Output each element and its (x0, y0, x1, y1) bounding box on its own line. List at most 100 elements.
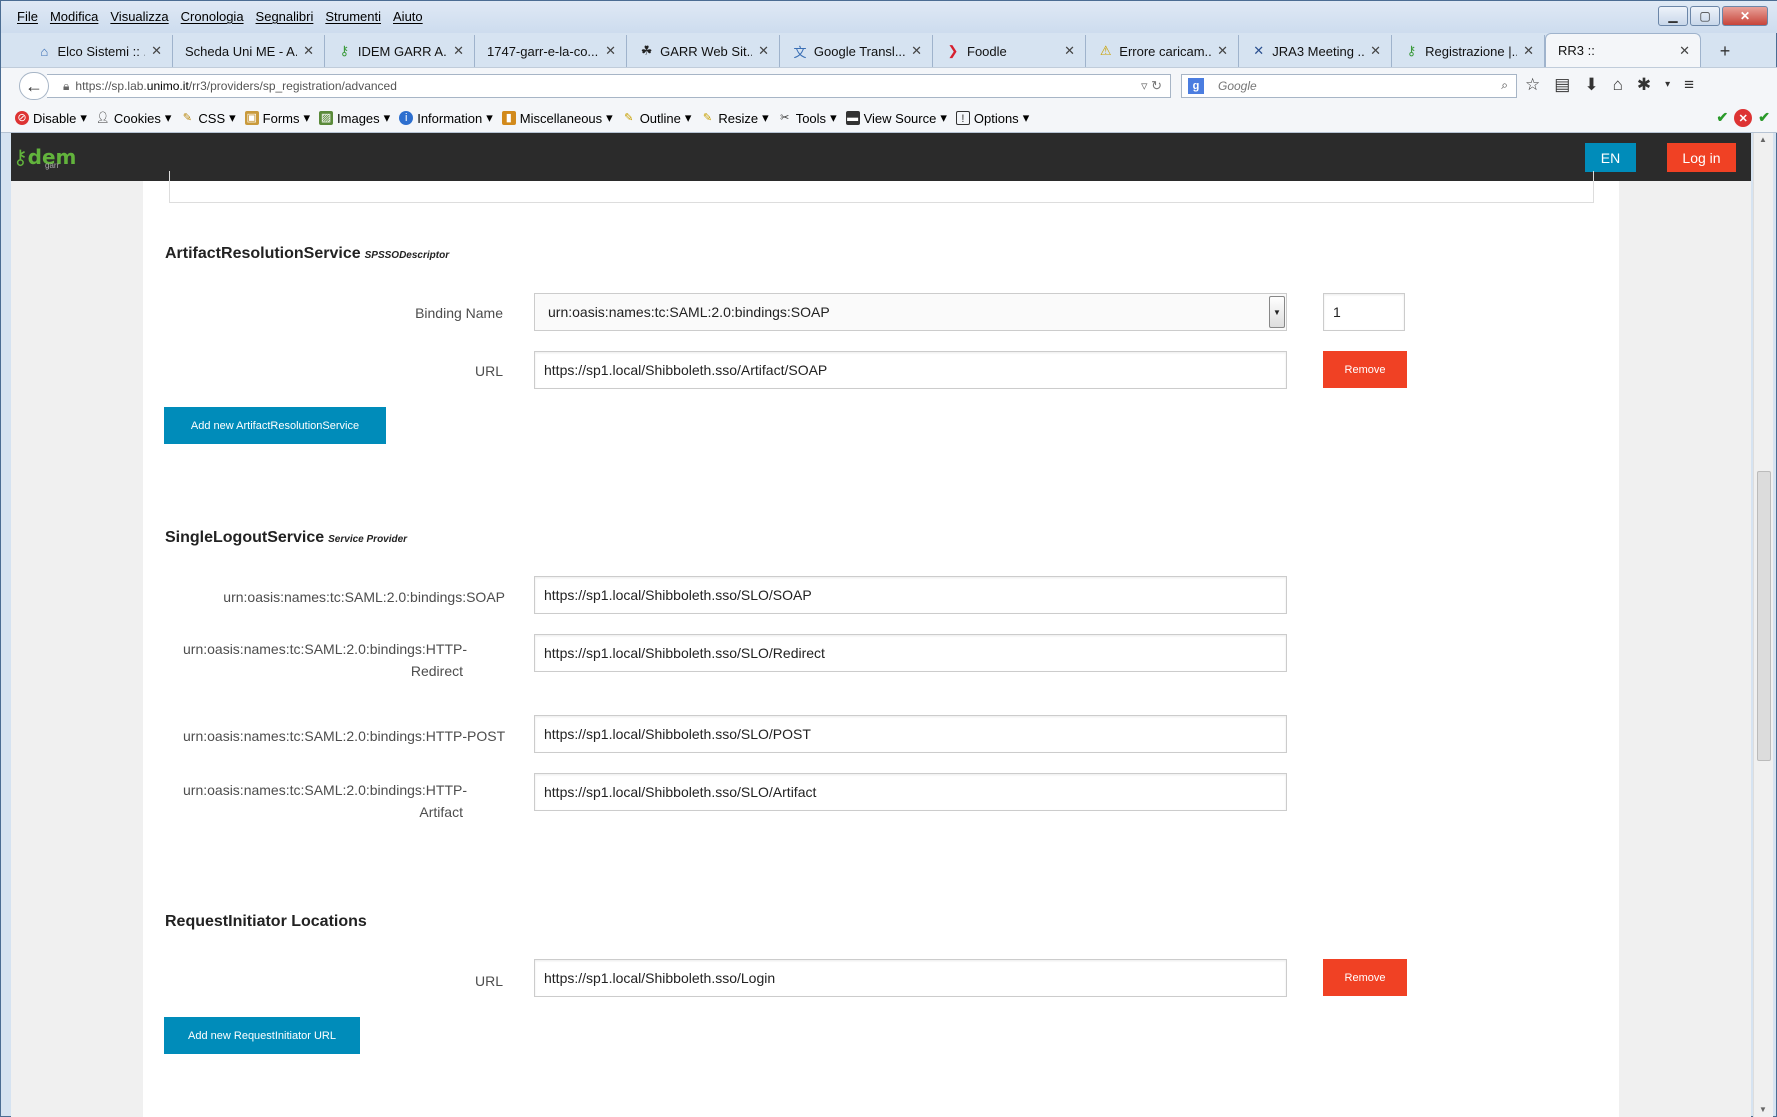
tab-close-icon[interactable]: ✕ (911, 43, 922, 59)
tab-jra3[interactable]: ✕ JRA3 Meeting ... ✕ (1239, 35, 1392, 67)
tab-close-icon[interactable]: ✕ (303, 43, 314, 59)
artifact-url-input[interactable]: https://sp1.local/Shibboleth.sso/Artifac… (534, 351, 1287, 389)
tab-close-icon[interactable]: ✕ (1679, 43, 1690, 59)
dev-miscellaneous-menu[interactable]: ▮ Miscellaneous ▾ (501, 110, 613, 126)
url-bar[interactable]: 🔒︎ https://sp.lab. unimo.it/rr3/providers… (47, 74, 1171, 98)
dev-disable-menu[interactable]: ⊘ Disable ▾ (15, 110, 87, 126)
download-icon[interactable]: ⬇ (1584, 75, 1598, 95)
tab-idem[interactable]: ⚷ IDEM GARR A... ✕ (325, 35, 475, 67)
home-icon[interactable]: ⌂ (1613, 75, 1623, 95)
reload-icon[interactable]: ▿ ↻ (1141, 78, 1162, 94)
tab-garr[interactable]: ☘ GARR Web Sit... ✕ (627, 35, 780, 67)
addon-icon[interactable]: ✱ (1637, 75, 1651, 95)
globe-icon: ⌂ (40, 43, 49, 59)
back-button[interactable]: ← (19, 72, 49, 100)
dev-css-menu[interactable]: ✎ CSS ▾ (180, 110, 236, 126)
idem-logo[interactable]: ⚷dem garr (13, 137, 81, 177)
check-icon[interactable]: ✔ (1717, 109, 1729, 127)
web-developer-toolbar: ⊘ Disable ▾ 👤︎ Cookies ▾ ✎ CSS ▾ ▣ Forms ▾ ▨ Imag… (1, 103, 1777, 133)
tab-google-translate[interactable]: 文 Google Transl... ✕ (780, 35, 933, 67)
search-icon[interactable]: ⌕ (1501, 78, 1508, 93)
dev-resize-menu[interactable]: ✎ Resize ▾ (700, 110, 769, 126)
dev-view-source-menu[interactable]: ▬ View Source ▾ (845, 110, 947, 126)
dev-options-menu[interactable]: ! Options ▾ (955, 110, 1029, 126)
menu-modifica[interactable]: Modifica (50, 9, 98, 24)
dev-outline-menu[interactable]: ✎ Outline ▾ (622, 110, 691, 126)
slo-soap-input[interactable]: https://sp1.local/Shibboleth.sso/SLO/SOA… (534, 576, 1287, 614)
add-request-initiator-button[interactable]: Add new RequestInitiator URL (164, 1017, 360, 1054)
tab-close-icon[interactable]: ✕ (453, 43, 464, 59)
bookmarks-list-icon[interactable]: ▤ (1554, 75, 1570, 95)
add-artifact-resolution-button[interactable]: Add new ArtifactResolutionService (164, 407, 386, 444)
tab-1747[interactable]: 1747-garr-e-la-co... ✕ (475, 35, 627, 67)
menu-aiuto[interactable]: Aiuto (393, 9, 423, 24)
tab-foodle[interactable]: ❯ Foodle ✕ (933, 35, 1086, 67)
new-tab-button[interactable]: + (1709, 35, 1741, 67)
tab-close-icon[interactable]: ✕ (605, 43, 616, 59)
search-box[interactable]: g Google ⌕ (1181, 74, 1517, 98)
slo-post-input[interactable]: https://sp1.local/Shibboleth.sso/SLO/POS… (534, 715, 1287, 753)
tab-close-icon[interactable]: ✕ (1064, 43, 1075, 59)
tools-icon: ✂ (780, 112, 790, 124)
minimize-button[interactable]: ▁ (1658, 6, 1688, 26)
tab-rr3[interactable]: RR3 :: ✕ (1545, 33, 1701, 67)
remove-artifact-button[interactable]: Remove (1323, 351, 1407, 388)
login-button[interactable]: Log in (1667, 143, 1736, 172)
back-arrow-icon: ← (25, 75, 43, 96)
single-logout-legend: SingleLogoutService Service Provider (163, 529, 410, 547)
tab-errore[interactable]: ⚠ Errore caricam... ✕ (1086, 35, 1239, 67)
menu-file[interactable]: File (17, 9, 38, 24)
binding-name-label: Binding Name (415, 305, 503, 321)
chevron-down-icon: ▼ (1269, 296, 1285, 328)
css-icon: ✎ (182, 112, 192, 124)
hamburger-menu-icon[interactable]: ≡ (1684, 75, 1694, 95)
tab-close-icon[interactable]: ✕ (1217, 43, 1228, 59)
tab-registrazione[interactable]: ⚷ Registrazione |... ✕ (1392, 35, 1545, 67)
scroll-down-icon[interactable]: ▼ (1759, 1105, 1767, 1114)
dev-images-menu[interactable]: ▨ Images ▾ (319, 110, 390, 126)
index-input[interactable]: 1 (1323, 293, 1405, 331)
ri-url-label: URL (474, 973, 503, 989)
tab-close-icon[interactable]: ✕ (1370, 43, 1381, 59)
tab-elco[interactable]: ⌂ Elco Sistemi :: ... ✕ (25, 35, 173, 67)
slo-artifact-input[interactable]: https://sp1.local/Shibboleth.sso/SLO/Art… (534, 773, 1287, 811)
tab-strip: ⌂ Elco Sistemi :: ... ✕ Scheda Uni ME - … (25, 33, 1741, 67)
menu-visualizza[interactable]: Visualizza (110, 9, 168, 24)
ri-url-input[interactable]: https://sp1.local/Shibboleth.sso/Login (534, 959, 1287, 997)
scroll-up-icon[interactable]: ▲ (1759, 135, 1767, 144)
error-icon[interactable]: ✕ (1734, 109, 1753, 127)
tab-scheda[interactable]: Scheda Uni ME - A... ✕ (173, 35, 325, 67)
dropdown-icon[interactable]: ▾ (1665, 75, 1670, 95)
miscellaneous-icon: ▮ (501, 111, 516, 125)
cookies-icon: 👤︎ (95, 112, 110, 124)
dev-tools-menu[interactable]: ✂ Tools ▾ (778, 110, 837, 126)
dev-forms-menu[interactable]: ▣ Forms ▾ (244, 110, 310, 126)
url-prefix: https://sp.lab. (75, 79, 147, 93)
slo-post-label: urn:oasis:names:tc:SAML:2.0:bindings:HTT… (183, 728, 506, 744)
vertical-scrollbar[interactable]: ▲ ▼ (1753, 133, 1773, 1117)
menu-cronologia[interactable]: Cronologia (181, 9, 244, 24)
binding-name-select[interactable]: urn:oasis:names:tc:SAML:2.0:bindings:SOA… (534, 293, 1287, 331)
close-window-button[interactable]: ✕ (1722, 6, 1768, 26)
artifact-resolution-legend: ArtifactResolutionService SPSSODescriptor (163, 245, 452, 263)
language-button[interactable]: EN (1585, 143, 1636, 172)
valid-check-icon[interactable]: ✔ (1758, 109, 1770, 127)
dev-information-menu[interactable]: i Information ▾ (399, 110, 493, 126)
dev-cookies-menu[interactable]: 👤︎ Cookies ▾ (95, 110, 171, 126)
warning-icon: ⚠ (1099, 43, 1112, 58)
maximize-button[interactable]: ▢ (1690, 6, 1720, 26)
previous-fieldset (169, 171, 1594, 203)
slo-redirect-input[interactable]: https://sp1.local/Shibboleth.sso/SLO/Red… (534, 634, 1287, 672)
menu-strumenti[interactable]: Strumenti (325, 9, 381, 24)
bookmark-star-icon[interactable]: ☆ (1525, 75, 1540, 95)
tab-close-icon[interactable]: ✕ (1523, 43, 1534, 59)
menu-segnalibri[interactable]: Segnalibri (256, 9, 314, 24)
tab-close-icon[interactable]: ✕ (758, 43, 769, 59)
tab-close-icon[interactable]: ✕ (151, 43, 162, 59)
garr-icon: ☘ (640, 43, 653, 58)
browser-window: File Modifica Visualizza Cronologia Segn… (0, 0, 1777, 1117)
outline-icon: ✎ (624, 112, 634, 124)
options-icon: ! (955, 111, 970, 125)
remove-ri-button[interactable]: Remove (1323, 959, 1407, 996)
scrollbar-thumb[interactable] (1757, 471, 1771, 761)
